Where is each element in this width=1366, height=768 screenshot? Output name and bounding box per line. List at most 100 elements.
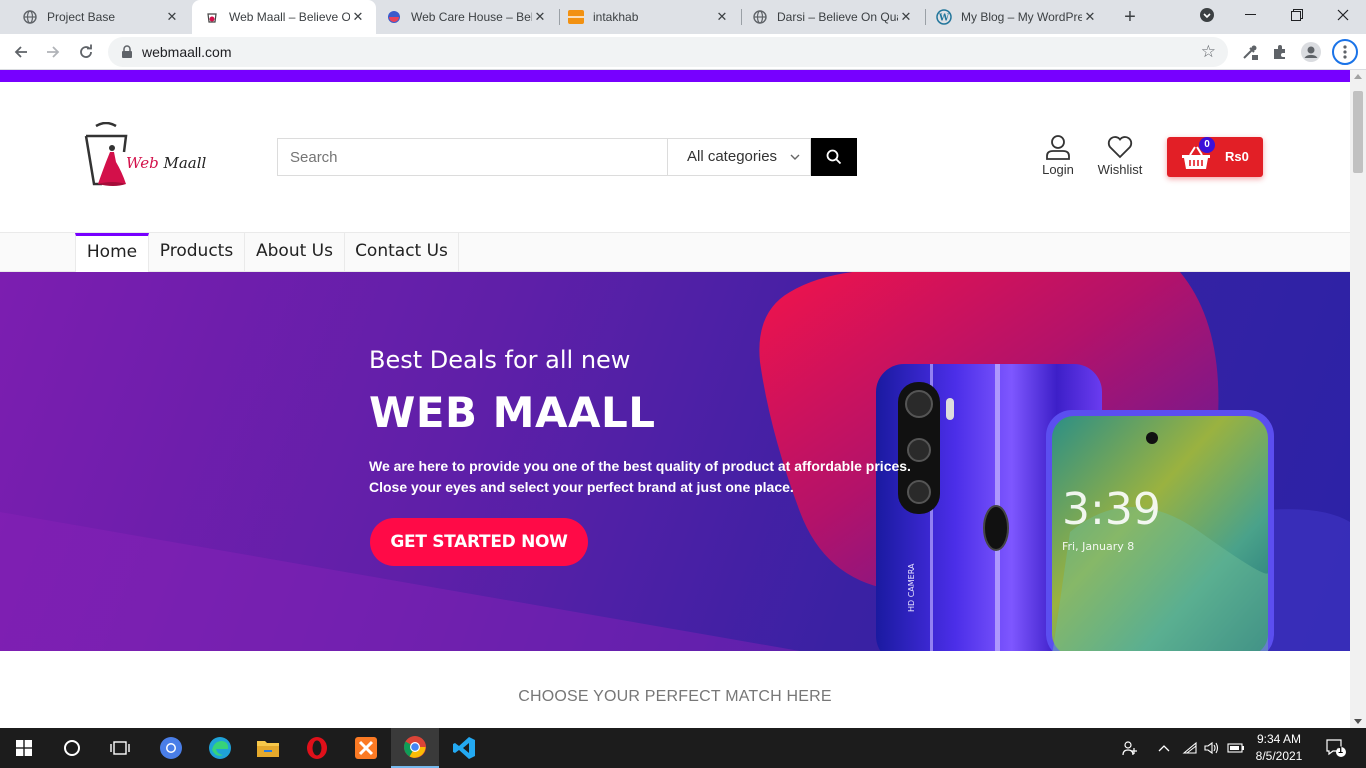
scroll-up-arrow-icon[interactable] [1354, 74, 1362, 79]
arrow-right-icon [47, 46, 60, 58]
search-input[interactable] [277, 138, 668, 176]
close-icon[interactable]: ✕ [714, 9, 730, 25]
minimize-button[interactable] [1228, 0, 1274, 30]
close-icon[interactable]: ✕ [898, 9, 914, 25]
address-bar[interactable]: webmaall.com ☆ [108, 37, 1228, 67]
user-icon [1046, 135, 1070, 160]
phone-label: HD CAMERA [907, 563, 916, 612]
phone-front-image: 3:39 Fri, January 8 [1046, 410, 1274, 651]
category-select[interactable]: All categories [667, 138, 811, 176]
eyedropper-icon[interactable] [1239, 41, 1261, 63]
volume-icon[interactable] [1202, 728, 1222, 768]
tab-darsi[interactable]: Darsi – Believe On Quality ✕ [742, 0, 924, 34]
wishlist-label: Wishlist [1097, 162, 1143, 177]
hero-description: We are here to provide you one of the be… [369, 456, 969, 498]
restore-icon [1291, 9, 1303, 21]
cart-amount: Rs0 [1225, 149, 1249, 164]
tab-my-blog[interactable]: W My Blog – My WordPress ✕ [926, 0, 1108, 34]
chevron-up-icon[interactable] [1153, 728, 1175, 768]
menu-item-about-us[interactable]: About Us [245, 233, 345, 272]
chevron-down-icon [1200, 8, 1214, 22]
menu-item-home[interactable]: Home [75, 233, 149, 272]
people-icon[interactable] [1118, 728, 1142, 768]
notification-count: 1 [1338, 745, 1344, 755]
close-icon[interactable]: ✕ [1082, 9, 1098, 25]
top-announcement-bar [0, 70, 1350, 82]
orange-favicon [568, 9, 584, 25]
wifi-icon[interactable] [1180, 728, 1200, 768]
reload-icon [80, 44, 92, 58]
scroll-down-arrow-icon[interactable] [1354, 719, 1362, 724]
url-text: webmaall.com [142, 44, 232, 60]
get-started-button[interactable]: GET STARTED NOW [370, 518, 588, 566]
start-button[interactable] [0, 728, 48, 768]
folder-icon [257, 741, 279, 757]
logo-word-web: Web [126, 154, 159, 172]
back-button[interactable] [8, 39, 34, 65]
section-heading: CHOOSE YOUR PERFECT MATCH HERE [518, 688, 832, 705]
tab-project-base[interactable]: Project Base ✕ [4, 0, 190, 34]
lock-icon [122, 45, 132, 58]
globe-icon [22, 9, 38, 25]
tab-search-button[interactable] [1184, 0, 1230, 30]
search-button[interactable] [811, 138, 857, 176]
close-icon[interactable]: ✕ [350, 9, 366, 25]
forward-button[interactable] [40, 39, 66, 65]
tab-title: My Blog – My WordPress [961, 10, 1082, 24]
hero-description-line1: We are here to provide you one of the be… [369, 458, 911, 474]
browser-tab-strip: Project Base ✕ Web Maall – Believe On Qu… [0, 0, 1366, 34]
bookmark-star-icon[interactable]: ☆ [1201, 42, 1216, 62]
taskbar-file-explorer[interactable] [244, 728, 292, 768]
action-center-button[interactable]: 1 [1318, 728, 1354, 768]
scrollbar-thumb[interactable] [1353, 91, 1363, 173]
tab-web-care-house[interactable]: Web Care House – Believe ✕ [378, 0, 558, 34]
taskbar-edge[interactable] [196, 728, 244, 768]
profile-avatar-icon[interactable] [1300, 41, 1322, 63]
task-view-icon [110, 741, 130, 755]
hero-description-line2: Close your eyes and select your perfect … [369, 479, 794, 495]
taskbar-xampp[interactable] [342, 728, 390, 768]
svg-text:W: W [938, 14, 950, 24]
system-clock[interactable]: 9:34 AM 8/5/2021 [1248, 731, 1310, 765]
taskbar-chrome[interactable] [391, 728, 439, 768]
search-taskbar-button[interactable] [48, 728, 96, 768]
restore-button[interactable] [1274, 0, 1320, 30]
new-tab-button[interactable]: + [1119, 6, 1141, 28]
page-scrollbar[interactable] [1350, 70, 1366, 728]
tab-title: Web Maall – Believe On Quality [229, 10, 350, 24]
close-icon[interactable]: ✕ [532, 9, 548, 25]
logo-text: Web Maall [126, 154, 206, 172]
cart-button[interactable]: 0 Rs0 [1167, 137, 1263, 177]
tab-title: Web Care House – Believe [411, 10, 532, 24]
globe-icon [752, 9, 768, 25]
wishlist-link[interactable]: Wishlist [1096, 134, 1144, 177]
chevron-down-icon [790, 139, 800, 175]
close-window-button[interactable] [1320, 0, 1366, 30]
close-icon[interactable]: ✕ [164, 9, 180, 25]
edge-icon [209, 737, 231, 759]
taskbar-chromium[interactable] [147, 728, 195, 768]
tab-web-maall[interactable]: Web Maall – Believe On Quality ✕ [192, 0, 376, 34]
windows-logo-icon [16, 740, 32, 756]
menu-kebab-icon[interactable] [1332, 39, 1358, 65]
tab-title: Project Base [47, 10, 116, 24]
phone-clock: 3:39 [1062, 484, 1161, 535]
battery-icon[interactable] [1225, 728, 1247, 768]
reload-button[interactable] [73, 39, 99, 65]
webcare-favicon [386, 9, 402, 25]
menu-item-contact-us[interactable]: Contact Us [345, 233, 459, 272]
taskbar-vscode[interactable] [440, 728, 488, 768]
vscode-icon [453, 737, 475, 759]
site-logo[interactable]: Web Maall [84, 121, 214, 192]
hero-title: WEB MAALL [369, 388, 656, 437]
task-view-button[interactable] [96, 728, 144, 768]
extensions-icon[interactable] [1269, 41, 1291, 63]
login-link[interactable]: Login [1040, 134, 1076, 177]
menu-item-products[interactable]: Products [149, 233, 245, 272]
hero-banner: HD CAMERA 3:39 Fri, January 8 Best Deals… [0, 272, 1350, 651]
logo-word-maall: Maall [163, 154, 207, 172]
chrome-icon [404, 736, 426, 758]
taskbar-opera[interactable] [293, 728, 341, 768]
tab-intakhab[interactable]: intakhab ✕ [560, 0, 740, 34]
windows-taskbar: 9:34 AM 8/5/2021 1 [0, 728, 1366, 768]
